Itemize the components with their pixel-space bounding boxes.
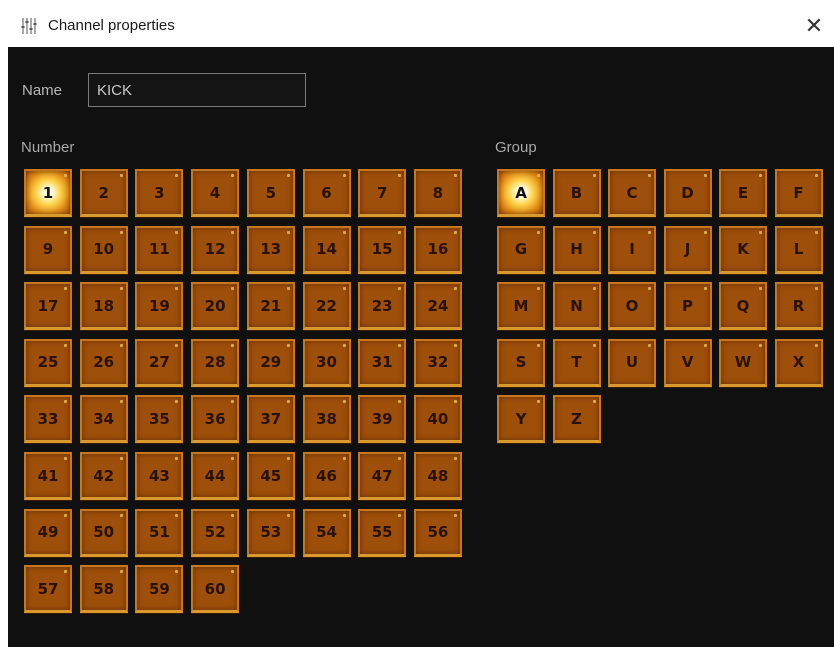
group-button-q[interactable]: Q xyxy=(719,282,767,331)
number-button-14[interactable]: 14 xyxy=(302,225,351,274)
number-button-55[interactable]: 55 xyxy=(358,508,407,557)
number-button-56[interactable]: 56 xyxy=(413,508,462,557)
number-button-34[interactable]: 34 xyxy=(79,395,128,444)
number-button-13[interactable]: 13 xyxy=(246,225,295,274)
group-button-d[interactable]: D xyxy=(663,169,712,217)
group-button-i[interactable]: I xyxy=(608,225,656,274)
number-button-41[interactable]: 41 xyxy=(24,452,72,500)
number-button-10[interactable]: 10 xyxy=(79,225,128,274)
group-button-e[interactable]: E xyxy=(719,169,767,217)
number-button-26[interactable]: 26 xyxy=(79,338,128,387)
number-button-8[interactable]: 8 xyxy=(413,169,462,217)
number-section-label: Number xyxy=(21,139,75,156)
number-button-18[interactable]: 18 xyxy=(79,282,128,331)
number-button-21[interactable]: 21 xyxy=(246,282,295,331)
group-button-u[interactable]: U xyxy=(608,338,656,387)
number-button-38[interactable]: 38 xyxy=(302,395,351,444)
number-button-54[interactable]: 54 xyxy=(302,508,351,557)
number-button-45[interactable]: 45 xyxy=(246,452,295,500)
number-button-11[interactable]: 11 xyxy=(135,225,184,274)
number-button-28[interactable]: 28 xyxy=(191,338,240,387)
dialog-content: Name Number Group 1234567891011121314151… xyxy=(8,47,834,647)
group-button-h[interactable]: H xyxy=(552,225,601,274)
number-button-57[interactable]: 57 xyxy=(24,565,72,614)
number-button-15[interactable]: 15 xyxy=(358,225,407,274)
number-button-27[interactable]: 27 xyxy=(135,338,184,387)
number-button-40[interactable]: 40 xyxy=(413,395,462,444)
number-button-7[interactable]: 7 xyxy=(358,169,407,217)
group-button-s[interactable]: S xyxy=(497,338,545,387)
number-button-50[interactable]: 50 xyxy=(79,508,128,557)
number-button-59[interactable]: 59 xyxy=(135,565,184,614)
group-button-x[interactable]: X xyxy=(774,338,823,387)
number-button-6[interactable]: 6 xyxy=(302,169,351,217)
title-bar: Channel properties ✕ xyxy=(8,5,834,47)
number-button-48[interactable]: 48 xyxy=(413,452,462,500)
close-button[interactable]: ✕ xyxy=(794,5,834,47)
window-title: Channel properties xyxy=(48,17,175,34)
group-button-o[interactable]: O xyxy=(608,282,656,331)
number-button-32[interactable]: 32 xyxy=(413,338,462,387)
number-button-24[interactable]: 24 xyxy=(413,282,462,331)
number-button-44[interactable]: 44 xyxy=(191,452,240,500)
group-button-m[interactable]: M xyxy=(497,282,545,331)
number-button-31[interactable]: 31 xyxy=(358,338,407,387)
number-button-43[interactable]: 43 xyxy=(135,452,184,500)
number-button-16[interactable]: 16 xyxy=(413,225,462,274)
number-button-39[interactable]: 39 xyxy=(358,395,407,444)
number-button-53[interactable]: 53 xyxy=(246,508,295,557)
group-button-g[interactable]: G xyxy=(497,225,545,274)
number-button-20[interactable]: 20 xyxy=(191,282,240,331)
name-label: Name xyxy=(22,82,63,99)
group-button-k[interactable]: K xyxy=(719,225,767,274)
group-button-l[interactable]: L xyxy=(774,225,823,274)
number-button-1[interactable]: 1 xyxy=(24,169,72,217)
number-button-25[interactable]: 25 xyxy=(24,338,72,387)
group-button-f[interactable]: F xyxy=(774,169,823,217)
mixer-sliders-icon xyxy=(21,18,37,34)
number-button-36[interactable]: 36 xyxy=(191,395,240,444)
number-button-22[interactable]: 22 xyxy=(302,282,351,331)
group-button-a[interactable]: A xyxy=(497,169,545,217)
group-button-t[interactable]: T xyxy=(552,338,601,387)
number-button-5[interactable]: 5 xyxy=(246,169,295,217)
number-button-37[interactable]: 37 xyxy=(246,395,295,444)
group-section-label: Group xyxy=(495,139,537,156)
group-button-v[interactable]: V xyxy=(663,338,712,387)
number-button-60[interactable]: 60 xyxy=(191,565,240,614)
group-button-w[interactable]: W xyxy=(719,338,767,387)
number-button-52[interactable]: 52 xyxy=(191,508,240,557)
number-button-3[interactable]: 3 xyxy=(135,169,184,217)
number-button-51[interactable]: 51 xyxy=(135,508,184,557)
number-button-12[interactable]: 12 xyxy=(191,225,240,274)
number-button-35[interactable]: 35 xyxy=(135,395,184,444)
number-button-30[interactable]: 30 xyxy=(302,338,351,387)
group-button-z[interactable]: Z xyxy=(552,395,601,444)
group-button-b[interactable]: B xyxy=(552,169,601,217)
group-button-c[interactable]: C xyxy=(608,169,656,217)
close-icon: ✕ xyxy=(804,13,824,38)
number-button-29[interactable]: 29 xyxy=(246,338,295,387)
number-button-17[interactable]: 17 xyxy=(24,282,72,331)
group-button-r[interactable]: R xyxy=(774,282,823,331)
number-button-23[interactable]: 23 xyxy=(358,282,407,331)
number-button-2[interactable]: 2 xyxy=(79,169,128,217)
group-button-p[interactable]: P xyxy=(663,282,712,331)
number-button-42[interactable]: 42 xyxy=(79,452,128,500)
number-button-46[interactable]: 46 xyxy=(302,452,351,500)
number-button-19[interactable]: 19 xyxy=(135,282,184,331)
number-button-4[interactable]: 4 xyxy=(191,169,240,217)
number-button-58[interactable]: 58 xyxy=(79,565,128,614)
group-button-n[interactable]: N xyxy=(552,282,601,331)
number-button-49[interactable]: 49 xyxy=(24,508,72,557)
number-button-47[interactable]: 47 xyxy=(358,452,407,500)
group-button-j[interactable]: J xyxy=(663,225,712,274)
number-button-9[interactable]: 9 xyxy=(24,225,72,274)
number-button-33[interactable]: 33 xyxy=(24,395,72,444)
name-input[interactable] xyxy=(88,73,306,107)
group-button-y[interactable]: Y xyxy=(497,395,545,444)
